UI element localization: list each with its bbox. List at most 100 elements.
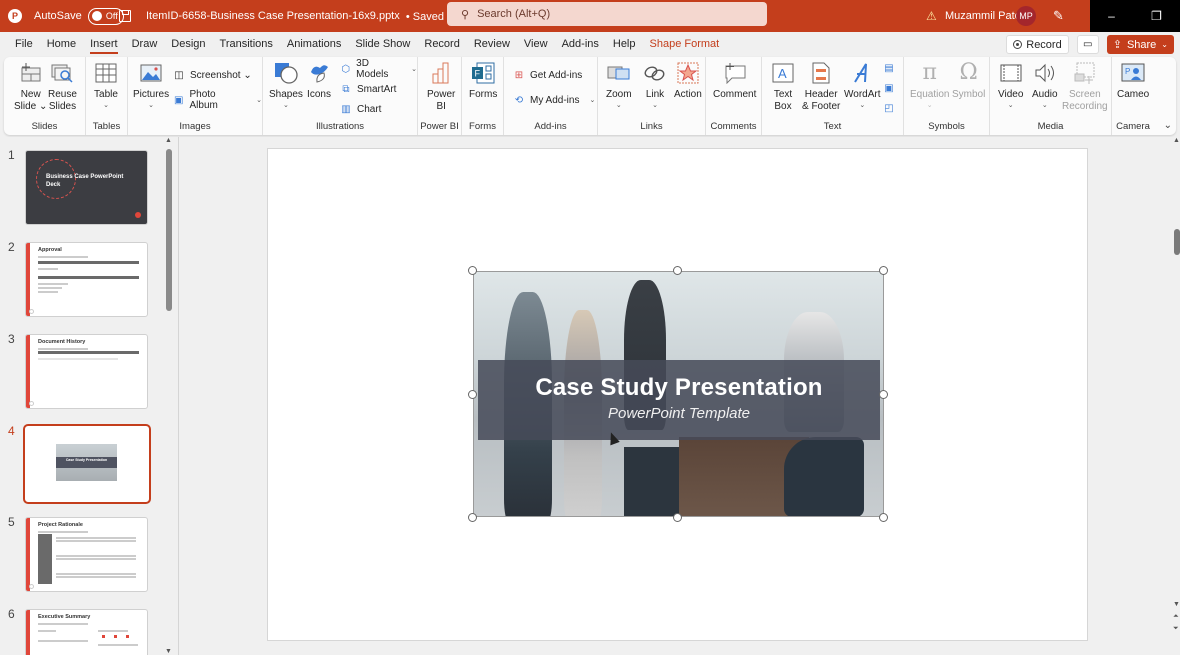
resize-handle[interactable] [673, 513, 682, 522]
chevron-down-icon[interactable]: ⌄ [1161, 40, 1168, 49]
symbol-button[interactable]: Ω Symbol [952, 61, 985, 101]
ribbon-tabs: File Home Insert Draw Design Transitions… [0, 32, 1180, 57]
scrollbar-thumb[interactable] [1174, 229, 1180, 255]
pictures-button[interactable]: Pictures ⌄ [133, 61, 169, 110]
photo-album-button[interactable]: ▣ Photo Album ⌄ [172, 89, 262, 111]
resize-handle[interactable] [879, 266, 888, 275]
tab-insert[interactable]: Insert [83, 32, 125, 57]
power-bi-button[interactable]: Power BI [427, 61, 455, 113]
avatar[interactable]: MP [1016, 6, 1036, 26]
date-time-button[interactable]: ▤ [882, 59, 896, 77]
object-button[interactable]: ◰ [882, 99, 896, 117]
get-add-ins-button[interactable]: ⊞ Get Add-ins [512, 66, 582, 84]
restore-button[interactable]: ❐ [1151, 9, 1162, 23]
tab-draw[interactable]: Draw [125, 32, 165, 57]
tab-review[interactable]: Review [467, 32, 517, 57]
slide-thumbnail-5[interactable]: Project Rationale [25, 517, 148, 592]
slide-title[interactable]: Case Study Presentation [478, 374, 880, 402]
previous-slide-icon[interactable]: ⏶ [1173, 613, 1179, 621]
equation-button[interactable]: π Equation ⌄ [910, 61, 949, 110]
title-banner[interactable]: Case Study Presentation PowerPoint Templ… [478, 360, 880, 440]
tab-home[interactable]: Home [40, 32, 83, 57]
forms-button[interactable]: F Forms [469, 61, 497, 101]
new-slide-button[interactable]: New Slide ⌄ [14, 61, 47, 113]
slide-subtitle[interactable]: PowerPoint Template [478, 405, 880, 422]
tab-animations[interactable]: Animations [280, 32, 348, 57]
tab-slide-show[interactable]: Slide Show [348, 32, 417, 57]
group-label-forms: Forms [469, 121, 496, 132]
tab-add-ins[interactable]: Add-ins [555, 32, 606, 57]
text-box-button[interactable]: A Text Box [771, 61, 795, 113]
tab-help[interactable]: Help [606, 32, 643, 57]
resize-handle[interactable] [468, 513, 477, 522]
header-footer-button[interactable]: Header & Footer [802, 61, 840, 113]
screen-recording-icon [1073, 61, 1097, 85]
reuse-slides-button[interactable]: Reuse Slides [48, 61, 77, 113]
user-name[interactable]: Muzammil Patel [945, 0, 1023, 32]
group-comments: Comment Comments [706, 57, 762, 135]
table-button[interactable]: Table ⌄ [94, 61, 118, 110]
resize-handle[interactable] [468, 390, 477, 399]
minimize-button[interactable]: – [1108, 9, 1115, 23]
tab-view[interactable]: View [517, 32, 555, 57]
wordart-button[interactable]: WordArt ⌄ [844, 61, 881, 110]
resize-handle[interactable] [879, 513, 888, 522]
chevron-down-icon[interactable]: ⌄ [411, 65, 417, 74]
wordart-icon [850, 61, 874, 85]
scrollbar-thumb[interactable] [166, 149, 172, 311]
screenshot-button[interactable]: ◫ Screenshot ⌄ [172, 66, 251, 84]
slide-thumbnail-2[interactable]: Approval [25, 242, 148, 317]
chevron-down-icon[interactable]: ⌄ [589, 96, 595, 105]
slide-thumbnail-4[interactable]: Case Study Presentation [23, 424, 151, 504]
record-button[interactable]: Record [1006, 35, 1069, 54]
share-button[interactable]: ⇪ Share ⌄ [1106, 35, 1174, 54]
resize-handle[interactable] [673, 266, 682, 275]
shapes-button[interactable]: Shapes ⌄ [269, 61, 303, 110]
video-button[interactable]: Video ⌄ [998, 61, 1023, 110]
my-add-ins-button[interactable]: ⟲ My Add-ins ⌄ [512, 91, 596, 109]
screen-recording-button[interactable]: Screen Recording [1062, 61, 1108, 113]
tab-record[interactable]: Record [417, 32, 466, 57]
warning-icon[interactable]: ⚠ [926, 0, 937, 32]
tab-design[interactable]: Design [164, 32, 212, 57]
slide-thumbnail-1[interactable]: Business Case PowerPoint Deck [25, 150, 148, 225]
slide-number: 4 [8, 424, 15, 438]
comment-button[interactable]: Comment [713, 61, 756, 101]
scroll-down-icon[interactable]: ▼ [165, 648, 172, 655]
slide-thumbnail-3[interactable]: Document History [25, 334, 148, 409]
slide-canvas[interactable]: Case Study Presentation PowerPoint Templ… [267, 148, 1088, 641]
scroll-up-icon[interactable]: ▲ [165, 137, 172, 144]
autosave-control[interactable]: AutoSave Off [34, 0, 124, 32]
tab-shape-format[interactable]: Shape Format [643, 32, 727, 57]
tab-transitions[interactable]: Transitions [213, 32, 280, 57]
comments-button[interactable]: ▭ [1076, 35, 1099, 54]
pi-icon: π [922, 60, 937, 85]
icons-button[interactable]: Icons [307, 61, 331, 101]
ribbon-collapse-chevron-icon[interactable]: ⌄ [1164, 120, 1172, 131]
resize-handle[interactable] [879, 390, 888, 399]
designer-pen-icon[interactable]: ✎ [1053, 0, 1064, 32]
photo-album-label: Photo Album [189, 89, 218, 111]
slide-picture[interactable]: Case Study Presentation PowerPoint Templ… [473, 271, 884, 517]
audio-button[interactable]: Audio ⌄ [1032, 61, 1058, 110]
chevron-down-icon[interactable]: ⌄ [256, 96, 262, 105]
3d-models-button[interactable]: ⬡ 3D Models ⌄ [339, 58, 417, 80]
scroll-up-icon[interactable]: ▲ [1173, 137, 1180, 144]
tab-file[interactable]: File [8, 32, 40, 57]
smartart-button[interactable]: ⧉ SmartArt [339, 80, 396, 98]
action-button[interactable]: Action [674, 61, 702, 101]
editor-scrollbar[interactable]: ▲ ▼ ⏶ ⏷ [1173, 137, 1180, 655]
resize-handle[interactable] [468, 266, 477, 275]
link-button[interactable]: Link ⌄ [643, 61, 667, 110]
cameo-button[interactable]: P Cameo [1117, 61, 1149, 101]
slide-number: 3 [8, 332, 15, 346]
chart-button[interactable]: ▥ Chart [339, 100, 381, 118]
save-icon[interactable] [119, 0, 133, 32]
search-input[interactable]: ⚲ Search (Alt+Q) [447, 2, 767, 26]
next-slide-icon[interactable]: ⏷ [1173, 625, 1179, 633]
zoom-button[interactable]: Zoom ⌄ [606, 61, 632, 110]
thumbnail-scrollbar[interactable]: ▲ ▼ [164, 137, 174, 655]
slide-number-button[interactable]: ▣ [882, 79, 896, 97]
scroll-down-icon[interactable]: ▼ [1173, 601, 1180, 608]
slide-thumbnail-6[interactable]: Executive Summary [25, 609, 148, 655]
